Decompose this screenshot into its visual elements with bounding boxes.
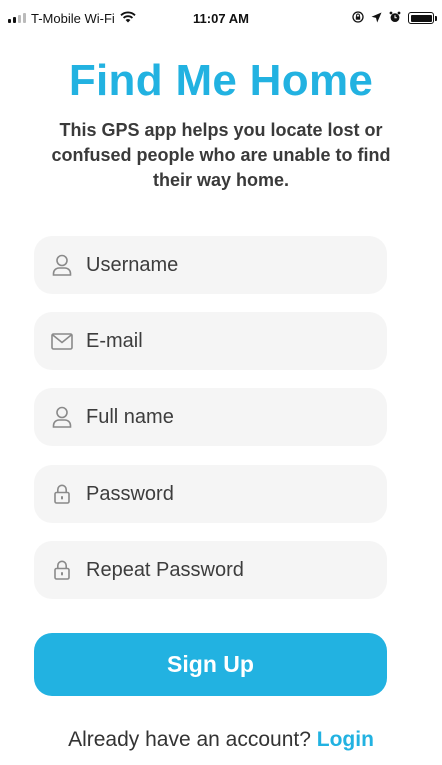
username-field[interactable] [34,236,387,294]
repeat-password-field[interactable] [34,541,387,599]
status-bar: T-Mobile Wi-Fi 11:07 AM [0,0,442,36]
status-left: T-Mobile Wi-Fi [8,11,136,26]
username-input[interactable] [86,253,356,277]
lock-icon [51,559,73,581]
login-prompt-text: Already have an account? [68,728,311,751]
login-link[interactable]: Login [317,728,374,751]
wifi-icon [120,11,136,26]
app-title: Find Me Home [68,56,374,105]
email-input[interactable] [86,329,356,353]
password-field[interactable] [34,465,387,523]
user-icon [51,406,73,428]
full-name-field[interactable] [34,388,387,446]
app-description: This GPS app helps you locate lost or co… [51,120,391,190]
signal-icon [8,13,26,23]
mail-icon [51,330,73,352]
user-icon [51,254,73,276]
email-field[interactable] [34,312,387,370]
alarm-icon [389,11,401,26]
sign-up-button[interactable]: Sign Up [34,633,387,696]
login-prompt: Already have an account? Login [0,728,442,752]
status-right [352,10,437,26]
password-input[interactable] [86,482,356,506]
lock-icon [51,483,73,505]
location-icon [371,11,382,26]
screen-lock-icon [352,10,364,26]
full-name-input[interactable] [86,405,356,429]
carrier-label: T-Mobile Wi-Fi [31,10,115,26]
battery-icon [408,12,437,24]
repeat-password-input[interactable] [86,558,356,582]
signup-screen: T-Mobile Wi-Fi 11:07 AM Find Me Home Thi… [0,0,442,765]
